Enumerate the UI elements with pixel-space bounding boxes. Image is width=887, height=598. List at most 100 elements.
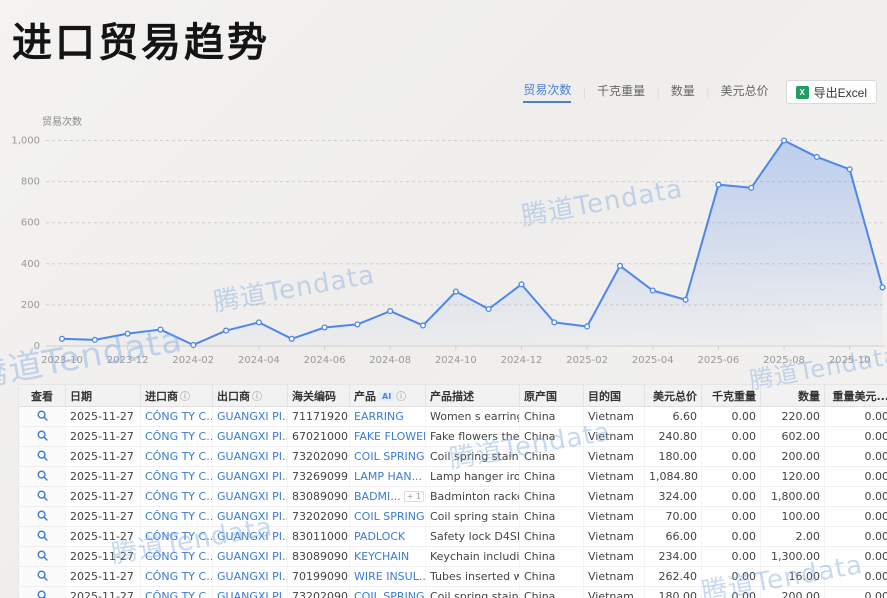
tab-metric-3[interactable]: 美元总价 <box>721 82 769 102</box>
cell-importer[interactable]: CÔNG TY C... <box>145 490 213 503</box>
data-point[interactable] <box>158 327 163 332</box>
view-detail-icon[interactable] <box>37 510 48 521</box>
cell-importer[interactable]: CÔNG TY C... <box>145 470 213 483</box>
data-point[interactable] <box>453 289 458 294</box>
cell-date: 2025-11-27 <box>70 430 134 443</box>
cell-product[interactable]: FAKE FLOWER <box>354 430 426 443</box>
data-point[interactable] <box>749 185 754 190</box>
data-point[interactable] <box>355 322 360 327</box>
cell-importer[interactable]: CÔNG TY C... <box>145 450 213 463</box>
cell-usd_per_kg: 0.00 <box>865 470 887 483</box>
cell-product[interactable]: COIL SPRING <box>354 590 424 598</box>
cell-product[interactable]: LAMP HAN... <box>354 470 422 483</box>
cell-exporter[interactable]: GUANGXI PI... <box>217 550 288 563</box>
data-point[interactable] <box>421 323 426 328</box>
view-detail-icon[interactable] <box>37 430 48 441</box>
cell-exporter[interactable]: GUANGXI PI... <box>217 450 288 463</box>
view-detail-icon[interactable] <box>37 590 48 598</box>
cell-wrap-product: WIRE INSUL... <box>350 567 426 587</box>
cell-exporter[interactable]: GUANGXI PI... <box>217 490 288 503</box>
cell-importer[interactable]: CÔNG TY C... <box>145 590 213 598</box>
cell-product[interactable]: BADMI... <box>354 490 401 503</box>
data-point[interactable] <box>191 343 196 348</box>
cell-importer[interactable]: CÔNG TY C... <box>145 570 213 583</box>
cell-origin: China <box>524 530 555 543</box>
data-point[interactable] <box>60 336 65 341</box>
cell-product[interactable]: WIRE INSUL... <box>354 570 426 583</box>
info-icon[interactable]: ⓘ <box>180 392 190 403</box>
tab-metric-0[interactable]: 贸易次数 <box>523 81 571 103</box>
info-icon[interactable]: ⓘ <box>252 392 262 403</box>
cell-importer[interactable]: CÔNG TY C... <box>145 550 213 563</box>
view-detail-icon[interactable] <box>37 410 48 421</box>
data-point[interactable] <box>847 167 852 172</box>
cell-importer[interactable]: CÔNG TY C... <box>145 410 213 423</box>
cell-exporter[interactable]: GUANGXI PI... <box>217 410 288 423</box>
col-header-importer: 进口商ⓘ <box>141 385 213 407</box>
view-detail-icon[interactable] <box>37 470 48 481</box>
data-point[interactable] <box>650 288 655 293</box>
x-tick-label: 2024-06 <box>304 355 346 366</box>
cell-wrap-desc: Coil spring stainless... <box>426 507 520 527</box>
y-tick-label: 600 <box>21 218 40 229</box>
cell-exporter[interactable]: GUANGXI PI... <box>217 430 288 443</box>
cell-product[interactable]: EARRING <box>354 410 404 423</box>
more-products-badge[interactable]: + 1 <box>404 491 424 502</box>
cell-wrap-kg: 0.00 <box>702 487 761 507</box>
tab-metric-1[interactable]: 千克重量 <box>597 82 645 102</box>
cell-wrap-kg: 0.00 <box>702 507 761 527</box>
cell-importer[interactable]: CÔNG TY C... <box>145 430 213 443</box>
cell-wrap-origin: China <box>520 487 584 507</box>
col-header-product: 产品AIⓘ <box>350 385 426 407</box>
data-point[interactable] <box>224 328 229 333</box>
cell-exporter[interactable]: GUANGXI PI... <box>217 570 288 583</box>
cell-hscode: 67021000 <box>292 430 348 443</box>
cell-exporter[interactable]: GUANGXI PI... <box>217 590 288 598</box>
info-icon[interactable]: ⓘ <box>396 392 406 403</box>
view-detail-icon[interactable] <box>37 450 48 461</box>
data-point[interactable] <box>257 320 262 325</box>
cell-importer[interactable]: CÔNG TY C... <box>145 530 213 543</box>
view-detail-icon[interactable] <box>37 570 48 581</box>
data-point[interactable] <box>618 263 623 268</box>
data-point[interactable] <box>880 285 885 290</box>
col-header-label-date: 日期 <box>70 390 92 403</box>
view-detail-icon[interactable] <box>37 550 48 561</box>
data-point[interactable] <box>125 331 130 336</box>
export-excel-button[interactable]: X导出Excel <box>786 80 877 104</box>
view-detail-icon[interactable] <box>37 490 48 501</box>
data-point[interactable] <box>92 337 97 342</box>
cell-wrap-origin: China <box>520 407 584 427</box>
cell-qty: 1,800.00 <box>771 490 820 503</box>
cell-wrap-product: BADMI...+ 1 <box>350 487 426 507</box>
cell-exporter[interactable]: GUANGXI PI... <box>217 530 288 543</box>
cell-product[interactable]: COIL SPRING <box>354 450 424 463</box>
cell-dest: Vietnam <box>588 470 634 483</box>
x-tick-label: 2025-06 <box>698 355 740 366</box>
data-point[interactable] <box>716 182 721 187</box>
cell-wrap-qty: 602.00 <box>761 427 825 447</box>
cell-importer[interactable]: CÔNG TY C... <box>145 510 213 523</box>
data-point[interactable] <box>683 297 688 302</box>
data-point[interactable] <box>289 336 294 341</box>
data-point[interactable] <box>814 155 819 160</box>
cell-hscode: 83089090 <box>292 490 348 503</box>
view-detail-icon[interactable] <box>37 530 48 541</box>
cell-date: 2025-11-27 <box>70 490 134 503</box>
cell-qty: 1,300.00 <box>771 550 820 563</box>
data-point[interactable] <box>486 307 491 312</box>
data-point[interactable] <box>585 324 590 329</box>
data-point[interactable] <box>388 309 393 314</box>
data-point[interactable] <box>322 325 327 330</box>
data-point[interactable] <box>552 320 557 325</box>
cell-product[interactable]: KEYCHAIN <box>354 550 409 563</box>
tab-metric-2[interactable]: 数量 <box>671 82 695 102</box>
data-point[interactable] <box>519 282 524 287</box>
cell-product[interactable]: PADLOCK <box>354 530 405 543</box>
cell-exporter[interactable]: GUANGXI PI... <box>217 470 288 483</box>
cell-wrap-usd: 240.80 <box>645 427 702 447</box>
cell-wrap-origin: China <box>520 447 584 467</box>
cell-exporter[interactable]: GUANGXI PI... <box>217 510 288 523</box>
data-point[interactable] <box>782 138 787 143</box>
cell-product[interactable]: COIL SPRING <box>354 510 424 523</box>
